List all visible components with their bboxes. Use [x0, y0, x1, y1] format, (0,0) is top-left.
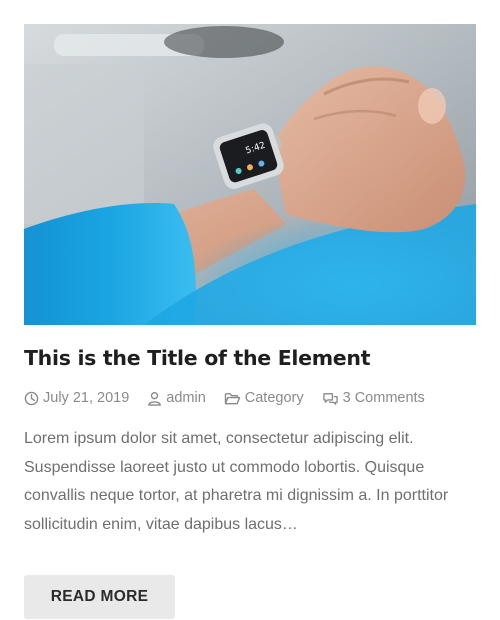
read-more-button[interactable]: READ MORE — [24, 575, 175, 619]
clock-icon — [24, 391, 39, 405]
post-title[interactable]: This is the Title of the Element — [24, 345, 476, 371]
post-category-text: Category — [244, 390, 304, 406]
folder-icon — [224, 392, 240, 404]
post-excerpt: Lorem ipsum dolor sit amet, consectetur … — [24, 430, 449, 533]
post-meta: July 21, 2019 admin Category 3 Comments — [24, 388, 476, 408]
post-date-text: July 21, 2019 — [43, 390, 130, 406]
post-author[interactable]: admin — [147, 388, 206, 408]
blog-post-card: 5:42 This is the Title of the Element Ju… — [24, 24, 476, 619]
post-category[interactable]: Category — [224, 388, 304, 408]
user-icon — [148, 391, 162, 406]
comments-icon — [322, 392, 338, 405]
post-comments-text: 3 Comments — [342, 390, 425, 406]
post-comments[interactable]: 3 Comments — [322, 388, 425, 408]
post-date[interactable]: July 21, 2019 — [24, 388, 129, 408]
post-author-text: admin — [166, 390, 206, 406]
smartwatch-photo: 5:42 — [24, 24, 476, 325]
featured-image[interactable]: 5:42 — [24, 24, 476, 325]
